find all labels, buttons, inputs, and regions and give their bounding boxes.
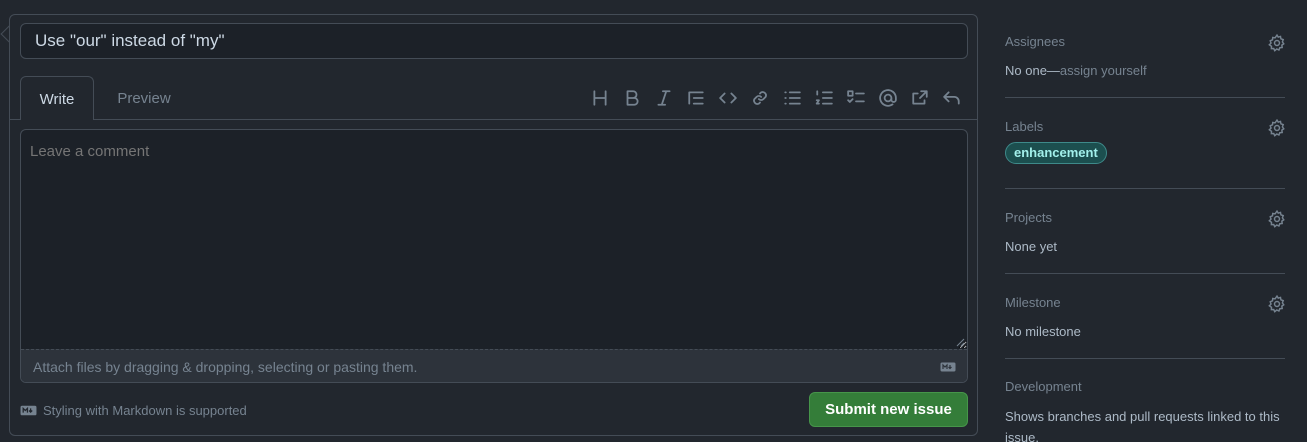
resize-grip-icon[interactable]: [955, 337, 965, 347]
milestone-heading: Milestone: [1005, 295, 1061, 310]
assignees-section: Assignees No one—assign yourself: [1005, 33, 1286, 78]
ordered-list-icon[interactable]: [808, 86, 840, 110]
code-icon[interactable]: [712, 86, 744, 110]
markdown-icon: [20, 405, 37, 416]
gear-icon[interactable]: [1268, 209, 1286, 228]
gear-icon[interactable]: [1268, 33, 1286, 52]
comment-box: Attach files by dragging & dropping, sel…: [20, 129, 968, 383]
submit-new-issue-button[interactable]: Submit new issue: [809, 392, 968, 427]
reference-icon[interactable]: [904, 86, 936, 110]
sidebar-divider: [1005, 188, 1285, 189]
label-enhancement[interactable]: enhancement: [1005, 142, 1107, 164]
mention-icon[interactable]: [872, 86, 904, 110]
sidebar-divider: [1005, 273, 1285, 274]
link-icon[interactable]: [744, 86, 776, 110]
tab-write[interactable]: Write: [20, 76, 94, 120]
projects-value: None yet: [1005, 239, 1058, 254]
milestone-section: Milestone No milestone: [1005, 294, 1286, 339]
task-list-icon[interactable]: [840, 86, 872, 110]
undo-icon[interactable]: [936, 86, 968, 110]
gear-icon[interactable]: [1268, 118, 1286, 137]
markdown-note[interactable]: Styling with Markdown is supported: [20, 403, 247, 418]
sidebar-divider: [1005, 358, 1285, 359]
projects-heading: Projects: [1005, 210, 1052, 225]
assignees-heading: Assignees: [1005, 34, 1065, 49]
assignees-none-text: No one—: [1005, 63, 1060, 78]
milestone-value: No milestone: [1005, 324, 1081, 339]
gear-icon[interactable]: [1268, 294, 1286, 313]
assign-yourself-link[interactable]: assign yourself: [1060, 63, 1147, 78]
comment-textarea[interactable]: [21, 130, 967, 349]
labels-heading: Labels: [1005, 119, 1044, 134]
assignees-value: No one—assign yourself: [1005, 63, 1285, 78]
attach-files-bar[interactable]: Attach files by dragging & dropping, sel…: [21, 349, 967, 382]
italic-icon[interactable]: [648, 86, 680, 110]
tab-preview[interactable]: Preview: [102, 76, 186, 120]
issue-title-input[interactable]: [20, 23, 968, 59]
markdown-icon: [940, 362, 956, 372]
projects-section: Projects None yet: [1005, 209, 1286, 254]
labels-section: Labels enhancement: [1005, 118, 1286, 164]
unordered-list-icon[interactable]: [776, 86, 808, 110]
development-heading: Development: [1005, 379, 1082, 394]
quote-icon[interactable]: [680, 86, 712, 110]
sidebar-divider: [1005, 97, 1285, 98]
heading-icon[interactable]: [584, 86, 616, 110]
attach-files-text: Attach files by dragging & dropping, sel…: [33, 359, 418, 375]
markdown-note-text: Styling with Markdown is supported: [43, 403, 247, 418]
bold-icon[interactable]: [616, 86, 648, 110]
markdown-toolbar: [584, 86, 968, 110]
development-section: Development Shows branches and pull requ…: [1005, 379, 1285, 442]
development-value: Shows branches and pull requests linked …: [1005, 409, 1280, 442]
